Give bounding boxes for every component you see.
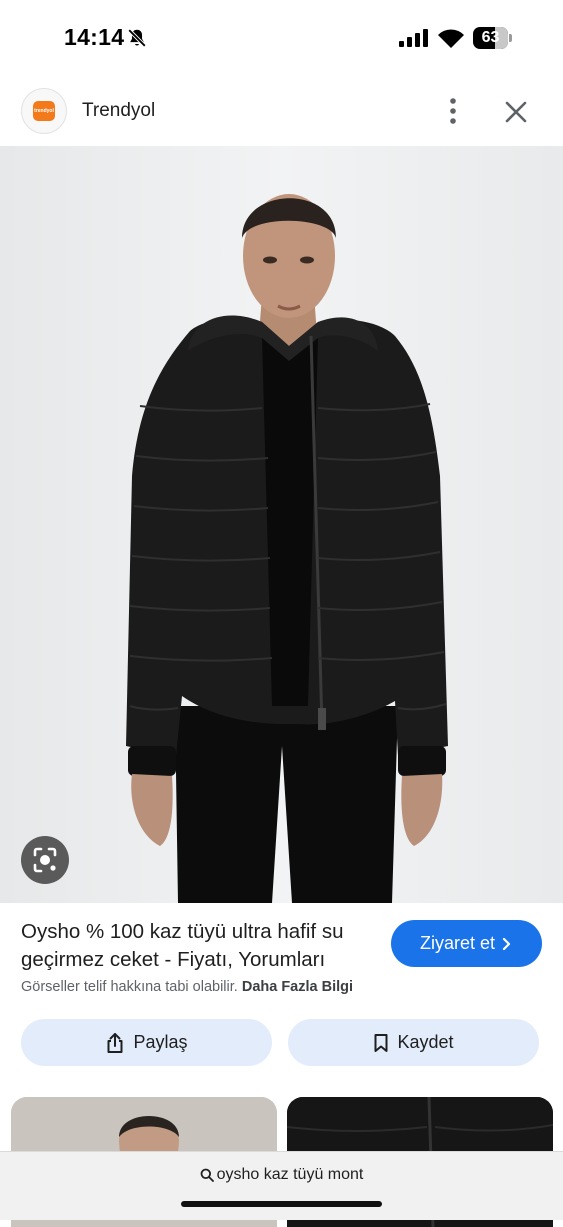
more-vert-icon[interactable] [438,96,468,126]
result-title[interactable]: Oysho % 100 kaz tüyü ultra hafif su geçi… [21,918,381,974]
close-icon[interactable] [500,96,532,128]
battery-icon: 63 [473,27,513,49]
share-icon [107,1032,123,1053]
site-name[interactable]: Trendyol [82,100,155,122]
bell-muted-icon [127,28,147,48]
search-query-row[interactable]: oysho kaz tüyü mont [0,1166,563,1184]
save-label: Kaydet [397,1032,454,1052]
wifi-icon [438,29,464,48]
share-label: Paylaş [133,1032,188,1052]
search-query: oysho kaz tüyü mont [216,1166,364,1183]
share-button[interactable]: Paylaş [21,1019,272,1066]
visit-button[interactable]: Ziyaret et [391,920,542,967]
status-time: 14:14 [64,24,125,50]
bottom-search-bar[interactable] [0,1151,563,1220]
trendyol-logo-mark: trendyol [33,101,55,121]
search-icon [200,1168,214,1182]
lens-button[interactable] [21,836,69,884]
site-logo[interactable]: trendyol [21,88,67,134]
more-info-link[interactable]: Daha Fazla Bilgi [242,979,353,995]
signal-icon [399,29,428,47]
chevron-right-icon [502,937,511,950]
bookmark-icon [374,1033,388,1052]
visit-button-label: Ziyaret et [419,933,496,953]
jacket-model-illustration [0,146,563,903]
save-button[interactable]: Kaydet [288,1019,539,1066]
battery-percent: 63 [481,29,500,46]
home-indicator [181,1201,382,1207]
disclaimer-text: Görseller telif hakkına tabi olabilir. [21,979,238,995]
copyright-disclaimer: Görseller telif hakkına tabi olabilir. D… [21,979,353,995]
lens-icon [33,847,57,873]
product-image[interactable] [0,146,563,903]
